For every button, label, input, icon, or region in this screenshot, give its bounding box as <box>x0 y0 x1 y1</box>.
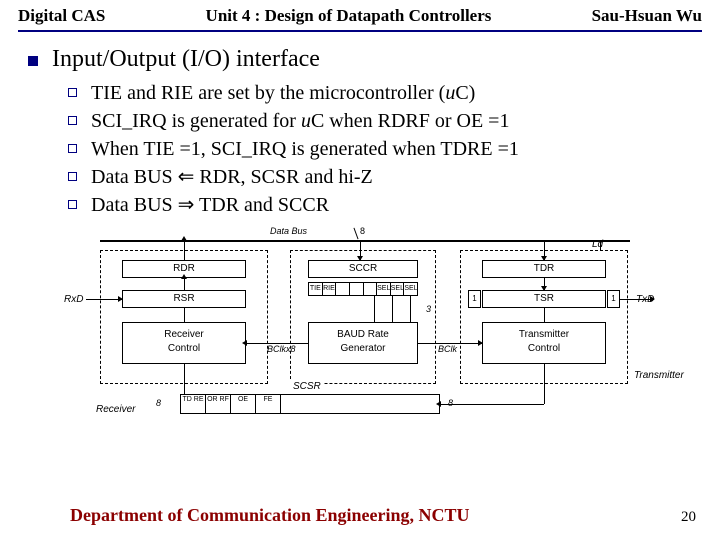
connector <box>544 364 545 404</box>
bus-width-tick <box>353 228 358 240</box>
square-bullet-icon <box>28 56 38 66</box>
block-diagram: Data Bus 8 RDR RSR Receiver Control RxD … <box>60 226 660 426</box>
bus-width-8: 8 <box>156 398 161 408</box>
connector <box>392 296 393 322</box>
level2-item: SCI_IRQ is generated for uC when RDRF or… <box>68 109 692 134</box>
tsr-register: TSR <box>482 290 606 308</box>
level2-text: When TIE =1, SCI_IRQ is generated when T… <box>91 137 519 162</box>
level2-item: Data BUS ⇐ RDR, SCSR and hi-Z <box>68 165 692 190</box>
bus-width-8: 8 <box>448 398 453 408</box>
hollow-square-bullet-icon <box>68 88 77 97</box>
hollow-square-bullet-icon <box>68 200 77 209</box>
receiver-label: Receiver <box>96 404 135 415</box>
stop-bit-cell: 1 <box>607 290 620 308</box>
arrow-left-icon <box>436 401 441 407</box>
start-bit-cell: 1 <box>468 290 481 308</box>
hollow-square-bullet-icon <box>68 116 77 125</box>
header-left: Digital CAS <box>18 6 105 26</box>
arrow-up-icon <box>181 236 187 241</box>
connector <box>410 296 411 322</box>
transmitter-label: Transmitter <box>634 370 684 381</box>
level2-text: Data BUS ⇒ TDR and SCCR <box>91 193 329 218</box>
bclk-label: BClk <box>438 344 457 354</box>
scsr-label: SCSR <box>290 381 324 392</box>
transmitter-control-block: Transmitter Control <box>482 322 606 364</box>
level1-item: Input/Output (I/O) interface <box>28 46 692 73</box>
page-number: 20 <box>681 509 696 526</box>
arrow-right-icon <box>118 296 123 302</box>
connector <box>184 308 185 322</box>
slide-header: Digital CAS Unit 4 : Design of Datapath … <box>0 0 720 28</box>
connector <box>86 299 122 300</box>
header-center: Unit 4 : Design of Datapath Controllers <box>206 6 492 26</box>
connector <box>440 404 544 405</box>
baud-generator-block: BAUD Rate Generator <box>308 322 418 364</box>
level2-item: Data BUS ⇒ TDR and SCCR <box>68 193 692 218</box>
scsr-register: TD RE OR RF OE FE <box>180 394 440 414</box>
arrow-down-icon <box>541 286 547 291</box>
rsr-register: RSR <box>122 290 246 308</box>
level2-text: Data BUS ⇐ RDR, SCSR and hi-Z <box>91 165 373 190</box>
sccr-bitfields: TIE RIE SEL2 SEL1 SEL0 <box>308 282 418 296</box>
level2-item: When TIE =1, SCI_IRQ is generated when T… <box>68 137 692 162</box>
connector <box>544 308 545 322</box>
ld-label: Ld <box>592 239 603 250</box>
header-right: Sau-Hsuan Wu <box>592 6 702 26</box>
slide: Digital CAS Unit 4 : Design of Datapath … <box>0 0 720 540</box>
arrow-up-icon <box>181 274 187 279</box>
data-bus-label: Data Bus <box>270 226 307 236</box>
level1-text: Input/Output (I/O) interface <box>52 46 320 73</box>
hollow-square-bullet-icon <box>68 172 77 181</box>
level2-text: TIE and RIE are set by the microcontroll… <box>91 81 475 106</box>
receiver-control-block: Receiver Control <box>122 322 246 364</box>
bus-width-3: 3 <box>426 304 431 314</box>
level2-list: TIE and RIE are set by the microcontroll… <box>68 81 692 218</box>
hollow-square-bullet-icon <box>68 144 77 153</box>
data-bus-line <box>100 240 630 242</box>
connector <box>184 278 185 290</box>
arrow-left-icon <box>242 340 247 346</box>
footer-department: Department of Communication Engineering,… <box>70 505 469 526</box>
txd-label: TxD <box>636 294 654 305</box>
level2-text: SCI_IRQ is generated for uC when RDRF or… <box>91 109 509 134</box>
connector <box>246 343 308 344</box>
connector <box>184 364 185 394</box>
level2-item: TIE and RIE are set by the microcontroll… <box>68 81 692 106</box>
rxd-label: RxD <box>64 294 83 305</box>
bclkx8-label: BClkx8 <box>267 344 296 354</box>
tdr-register: TDR <box>482 260 606 278</box>
connector <box>374 296 375 322</box>
content-area: Input/Output (I/O) interface TIE and RIE… <box>0 32 720 426</box>
sccr-register: SCCR <box>308 260 418 278</box>
bus-width-8: 8 <box>360 226 365 236</box>
